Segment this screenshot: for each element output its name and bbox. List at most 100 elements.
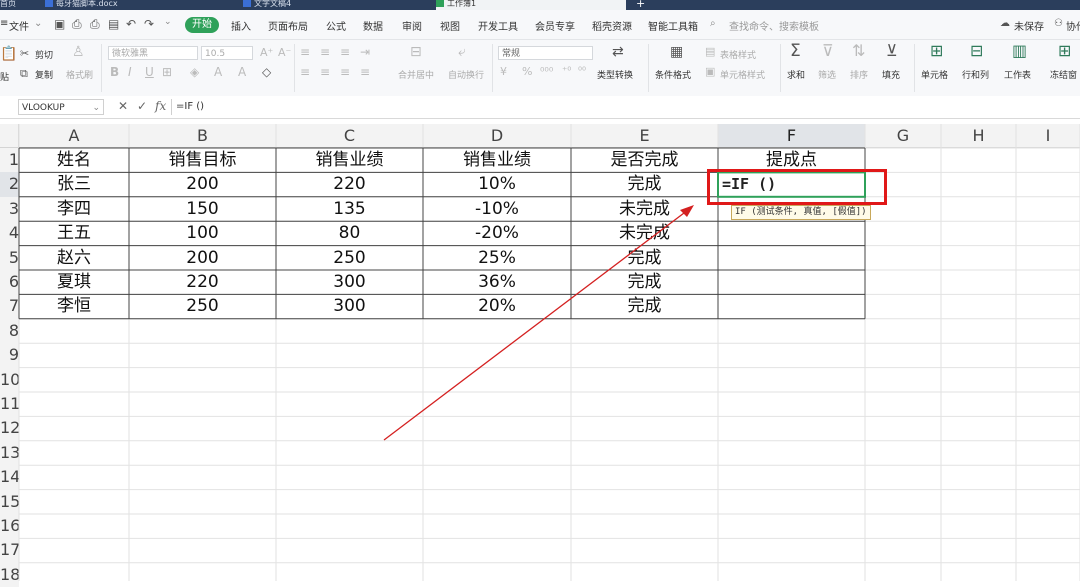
column-header-a[interactable]: A	[19, 124, 129, 148]
row-header[interactable]: 3	[0, 196, 19, 222]
fill-button[interactable]: 填充	[882, 68, 900, 81]
column-header-d[interactable]: D	[423, 124, 571, 148]
tab-home[interactable]: 首页	[0, 0, 40, 10]
unsaved-status[interactable]: 未保存	[1014, 18, 1044, 33]
print-icon[interactable]: ⎙	[90, 17, 100, 32]
cut-button[interactable]: 剪切	[35, 48, 53, 61]
align-bottom-icon[interactable]: ≡	[340, 44, 350, 60]
export-icon[interactable]: ⎙	[72, 17, 82, 32]
row-header[interactable]: 18	[0, 562, 19, 587]
table-cell[interactable]: 张三	[19, 172, 129, 196]
table-cell[interactable]: 赵六	[19, 246, 129, 270]
function-icon[interactable]: fx	[155, 99, 166, 113]
sheet-button[interactable]: 工作表	[1004, 68, 1031, 81]
fill-color-icon[interactable]: ◈	[190, 64, 199, 80]
row-header[interactable]: 4	[0, 221, 19, 246]
table-cell[interactable]: 250	[129, 294, 276, 318]
conditional-format-button[interactable]: 条件格式	[655, 68, 691, 81]
paste-button[interactable]: 贴	[0, 70, 9, 83]
row-header[interactable]: 5	[0, 245, 19, 270]
table-header-cell[interactable]: 销售业绩	[276, 148, 423, 172]
currency-icon[interactable]: ¥	[500, 64, 507, 80]
table-cell[interactable]: -20%	[423, 221, 571, 245]
confirm-icon[interactable]: ✓	[137, 99, 147, 113]
cell-style-button[interactable]: 单元格样式	[720, 68, 765, 81]
row-header[interactable]: 10	[0, 367, 19, 392]
table-cell[interactable]: 完成	[571, 172, 718, 196]
table-cell[interactable]: 完成	[571, 294, 718, 318]
italic-icon[interactable]: I	[128, 64, 132, 80]
filter-button[interactable]: 筛选	[818, 68, 836, 81]
table-cell[interactable]: 220	[129, 270, 276, 294]
row-col-button[interactable]: 行和列	[962, 68, 989, 81]
format-painter-button[interactable]: 格式刷	[66, 68, 93, 81]
align-center-icon[interactable]: ≡	[320, 64, 330, 80]
column-header-f[interactable]: F	[718, 124, 865, 148]
row-header[interactable]: 15	[0, 489, 19, 514]
indent-icon[interactable]: ⇥	[360, 44, 370, 60]
table-cell[interactable]: 80	[276, 221, 423, 245]
column-header-b[interactable]: B	[129, 124, 276, 148]
formula-input[interactable]: =IF ()	[171, 99, 1080, 115]
redo-icon[interactable]: ↷	[144, 17, 154, 31]
menu-start[interactable]: 开始	[185, 17, 219, 33]
increase-decimal-icon[interactable]: ⁺⁰	[562, 64, 571, 80]
align-left-icon[interactable]: ≡	[300, 64, 310, 80]
menu-member[interactable]: 会员专享	[535, 18, 575, 33]
table-header-cell[interactable]: 销售目标	[129, 148, 276, 172]
font-size-select[interactable]: 10.5	[201, 46, 253, 60]
menu-page-layout[interactable]: 页面布局	[268, 18, 308, 33]
chevron-down-icon[interactable]: ⌄	[92, 100, 100, 116]
wrap-text-button[interactable]: 自动换行	[448, 68, 484, 81]
row-header[interactable]: 2	[0, 172, 19, 197]
table-cell[interactable]: 夏琪	[19, 270, 129, 294]
font-grow-icon[interactable]: A⁺	[260, 45, 273, 61]
row-header[interactable]: 12	[0, 416, 19, 441]
sum-button[interactable]: 求和	[787, 68, 805, 81]
collab-button[interactable]: 协作	[1066, 18, 1080, 33]
table-cell[interactable]: 100	[129, 221, 276, 245]
row-header[interactable]: 14	[0, 465, 19, 490]
table-header-cell[interactable]: 销售业绩	[423, 148, 571, 172]
table-cell[interactable]: -10%	[423, 197, 571, 221]
column-header-i[interactable]: I	[1016, 124, 1080, 148]
table-cell[interactable]: 220	[276, 172, 423, 196]
search-command-input[interactable]: 查找命令、搜索模板	[729, 18, 819, 33]
row-header[interactable]: 1	[0, 148, 19, 173]
menu-docer[interactable]: 稻壳资源	[592, 18, 632, 33]
table-cell[interactable]: 未完成	[571, 197, 718, 221]
table-cell[interactable]: 完成	[571, 270, 718, 294]
align-middle-icon[interactable]: ≡	[320, 44, 330, 60]
row-header[interactable]: 17	[0, 538, 19, 563]
select-all-corner[interactable]	[0, 124, 19, 148]
menu-data[interactable]: 数据	[363, 18, 383, 33]
tab-text-document[interactable]: 文字文稿4	[243, 0, 423, 10]
column-header-h[interactable]: H	[941, 124, 1016, 148]
table-header-cell[interactable]: 姓名	[19, 148, 129, 172]
cell-button[interactable]: 单元格	[921, 68, 948, 81]
name-box[interactable]: VLOOKUP ⌄	[18, 99, 104, 115]
percent-icon[interactable]: %	[522, 64, 532, 80]
eraser-icon[interactable]: ◇	[262, 64, 271, 80]
table-cell[interactable]: 20%	[423, 294, 571, 318]
table-cell[interactable]: 300	[276, 270, 423, 294]
row-header[interactable]: 7	[0, 294, 19, 319]
menu-file[interactable]: 文件	[9, 18, 29, 33]
type-convert-button[interactable]: 类型转换	[597, 68, 633, 81]
row-header[interactable]: 6	[0, 270, 19, 295]
table-cell[interactable]: 135	[276, 197, 423, 221]
row-header[interactable]: 16	[0, 514, 19, 539]
table-cell[interactable]: 王五	[19, 221, 129, 245]
align-right-icon[interactable]: ≡	[340, 64, 350, 80]
table-cell[interactable]: 10%	[423, 172, 571, 196]
menu-smart-tools[interactable]: 智能工具箱	[648, 18, 698, 33]
table-cell[interactable]: 未完成	[571, 221, 718, 245]
row-header[interactable]: 8	[0, 318, 19, 344]
font-color-icon[interactable]: A	[214, 64, 222, 80]
menu-insert[interactable]: 插入	[231, 18, 251, 33]
row-header[interactable]: 11	[0, 392, 19, 417]
paste-icon[interactable]: 📋	[0, 46, 17, 62]
menu-developer[interactable]: 开发工具	[478, 18, 518, 33]
save-icon[interactable]: ▣	[54, 17, 65, 31]
column-header-c[interactable]: C	[276, 124, 423, 148]
